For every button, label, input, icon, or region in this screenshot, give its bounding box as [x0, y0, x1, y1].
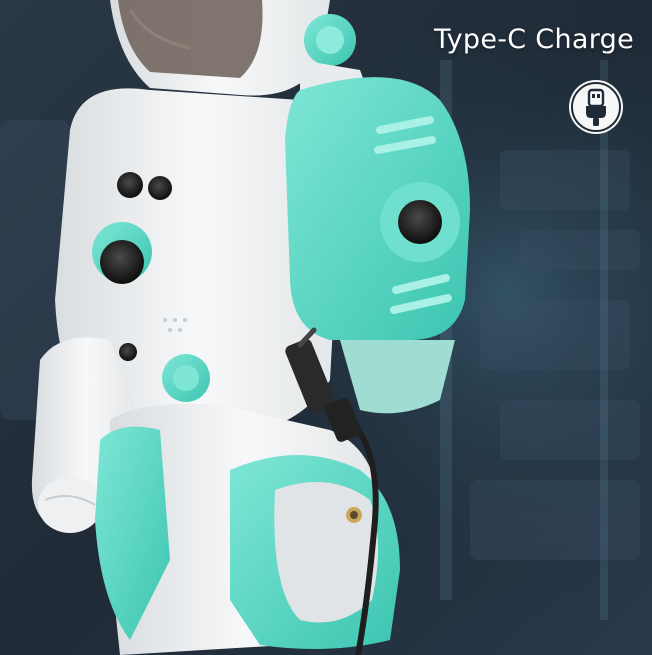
product-photo: Type-C Charge [0, 0, 652, 655]
usb-type-c-icon [567, 78, 625, 136]
feature-caption: Type-C Charge [434, 24, 634, 55]
robot-photo-scene [0, 0, 652, 655]
